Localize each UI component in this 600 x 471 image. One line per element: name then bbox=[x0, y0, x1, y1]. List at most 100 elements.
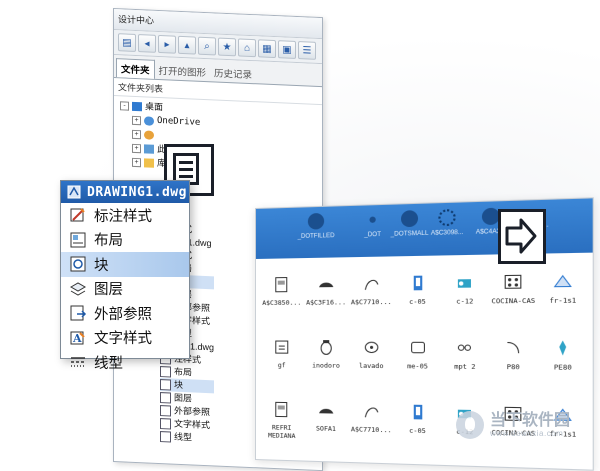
block-label: A$C3F16... bbox=[306, 298, 347, 307]
header-block-thumb[interactable]: A$C3098... bbox=[425, 208, 468, 237]
block-thumbnail[interactable]: A$C3850... bbox=[260, 270, 304, 333]
insert-arrow-icon bbox=[498, 209, 546, 264]
tab-folders[interactable]: 文件夹 bbox=[116, 58, 155, 79]
menu-item-label: 外部参照 bbox=[94, 306, 152, 323]
favorites-icon[interactable]: ★ bbox=[218, 37, 236, 57]
block-preview-icon bbox=[454, 272, 476, 293]
block-preview-icon bbox=[407, 337, 428, 358]
menu-items: 标注样式 布局块图层外部参照 A 文字样式线型 bbox=[61, 203, 189, 375]
block-preview-icon bbox=[481, 207, 500, 226]
menu-item[interactable]: 线型 bbox=[61, 350, 189, 375]
block-thumbnail[interactable]: A$C7710... bbox=[348, 396, 394, 461]
block-thumbnail[interactable]: A$C3F16... bbox=[304, 270, 349, 333]
menu-item[interactable]: 标注样式 bbox=[61, 203, 189, 228]
block-label: COCINA-CAS bbox=[491, 296, 536, 306]
block-thumbnail[interactable]: gf bbox=[260, 333, 304, 396]
block-thumbnail[interactable]: SOFA1 bbox=[304, 396, 349, 460]
desktop-icon bbox=[132, 101, 142, 111]
drawing-content-menu: DRAWING1.dwg 标注样式 布局块图层外部参照 A 文字样式线型 bbox=[60, 180, 190, 372]
computer-icon bbox=[144, 143, 154, 154]
block-thumbnail[interactable]: fr-1s1 bbox=[538, 266, 588, 333]
block-label: PE80 bbox=[553, 363, 572, 372]
menu-item-label: 文字样式 bbox=[94, 331, 152, 348]
block-thumbnail[interactable]: COCINA-CAS bbox=[489, 267, 538, 333]
block-preview-icon bbox=[316, 400, 336, 421]
node-icon bbox=[160, 405, 171, 417]
block-preview-icon bbox=[272, 274, 292, 294]
block-thumbnail[interactable]: c-12 bbox=[441, 267, 489, 333]
header-block-thumb[interactable]: _DOTFILLED bbox=[296, 212, 337, 240]
header-block-thumb[interactable]: _DOTSMALL bbox=[388, 210, 431, 238]
block-preview-icon bbox=[272, 399, 292, 420]
drawing-file-icon bbox=[67, 185, 81, 199]
menu-item-label: 线型 bbox=[94, 355, 123, 372]
block-icon bbox=[69, 255, 87, 273]
block-thumbnail[interactable]: A$C7710... bbox=[348, 269, 394, 333]
node-icon bbox=[160, 379, 171, 391]
views-icon[interactable]: ☰ bbox=[298, 41, 316, 60]
block-label: A$C3850... bbox=[262, 298, 302, 307]
text-style-icon: A bbox=[69, 329, 87, 347]
block-thumbnail[interactable]: c-05 bbox=[394, 397, 441, 463]
menu-item[interactable]: 布局 bbox=[61, 228, 189, 253]
watermark-name: 当下软件园 bbox=[490, 411, 571, 429]
block-label: me-05 bbox=[407, 362, 428, 371]
search-icon[interactable]: ⌕ bbox=[198, 36, 216, 56]
block-thumbnail[interactable]: lavado bbox=[348, 333, 394, 397]
block-label: SOFA1 bbox=[315, 424, 336, 433]
node-icon bbox=[160, 418, 171, 430]
node-icon bbox=[160, 392, 171, 404]
watermark-logo-icon bbox=[456, 411, 484, 439]
block-label: REFRI MEDIANA bbox=[268, 423, 296, 441]
xref-icon bbox=[69, 304, 87, 322]
library-icon bbox=[144, 157, 154, 168]
menu-item[interactable]: A 文字样式 bbox=[61, 326, 189, 351]
block-preview-icon bbox=[316, 337, 336, 357]
tree-toggle-icon[interactable]: ▦ bbox=[258, 39, 276, 59]
block-thumbnail[interactable]: PE80 bbox=[538, 333, 588, 400]
block-preview-icon bbox=[407, 401, 428, 422]
menu-item[interactable]: 块 bbox=[61, 252, 189, 277]
linetype-icon bbox=[69, 353, 87, 371]
menu-item[interactable]: 图层 bbox=[61, 277, 189, 302]
block-thumbnail[interactable]: inodoro bbox=[304, 333, 349, 396]
tab-open-drawings[interactable]: 打开的图形 bbox=[155, 61, 211, 81]
folder-tree: - 桌面 + OneDrive + + 此 + 库 bbox=[114, 96, 322, 177]
block-thumbnail[interactable]: REFRI MEDIANA bbox=[260, 395, 304, 458]
tree-lower-item[interactable]: 线型 bbox=[160, 430, 214, 445]
layout-icon bbox=[69, 231, 87, 249]
block-preview-icon bbox=[316, 274, 336, 295]
home-icon[interactable]: ⌂ bbox=[238, 38, 256, 58]
block-preview-icon bbox=[361, 337, 382, 358]
block-preview-icon bbox=[369, 216, 376, 223]
block-label: c-05 bbox=[409, 297, 426, 306]
load-icon[interactable]: ▤ bbox=[118, 33, 136, 53]
up-icon[interactable]: ▴ bbox=[178, 35, 196, 55]
block-preview-icon bbox=[454, 337, 476, 358]
block-preview-icon bbox=[438, 208, 456, 227]
menu-item-label: 图层 bbox=[94, 282, 123, 299]
block-preview-icon bbox=[401, 210, 419, 228]
back-icon[interactable]: ◂ bbox=[138, 34, 156, 53]
block-thumbnail[interactable]: me-05 bbox=[394, 333, 441, 398]
block-label: c-12 bbox=[456, 297, 474, 306]
user-icon bbox=[144, 129, 154, 140]
block-preview-icon bbox=[551, 270, 574, 292]
cloud-icon bbox=[144, 115, 154, 126]
preview-icon[interactable]: ▣ bbox=[278, 40, 296, 59]
block-preview-icon bbox=[502, 337, 524, 358]
block-thumbnail[interactable]: c-05 bbox=[394, 268, 441, 333]
block-label: mpt 2 bbox=[454, 362, 476, 371]
block-thumbnail[interactable]: P80 bbox=[489, 333, 538, 399]
tab-history[interactable]: 历史记录 bbox=[210, 63, 256, 83]
block-thumbnail[interactable]: mpt 2 bbox=[441, 333, 489, 399]
menu-item[interactable]: 外部参照 bbox=[61, 301, 189, 326]
menu-item-label: 块 bbox=[94, 257, 109, 274]
block-row: gf inodoro lavado me-05 mpt 2 P80 PE80 bbox=[260, 333, 588, 400]
forward-icon[interactable]: ▸ bbox=[158, 34, 176, 54]
block-preview-icon bbox=[502, 271, 524, 293]
block-label: inodoro bbox=[312, 361, 340, 370]
block-label: fr-1s1 bbox=[549, 296, 577, 305]
menu-title-bar: DRAWING1.dwg bbox=[61, 181, 189, 203]
layer-icon bbox=[69, 280, 87, 298]
